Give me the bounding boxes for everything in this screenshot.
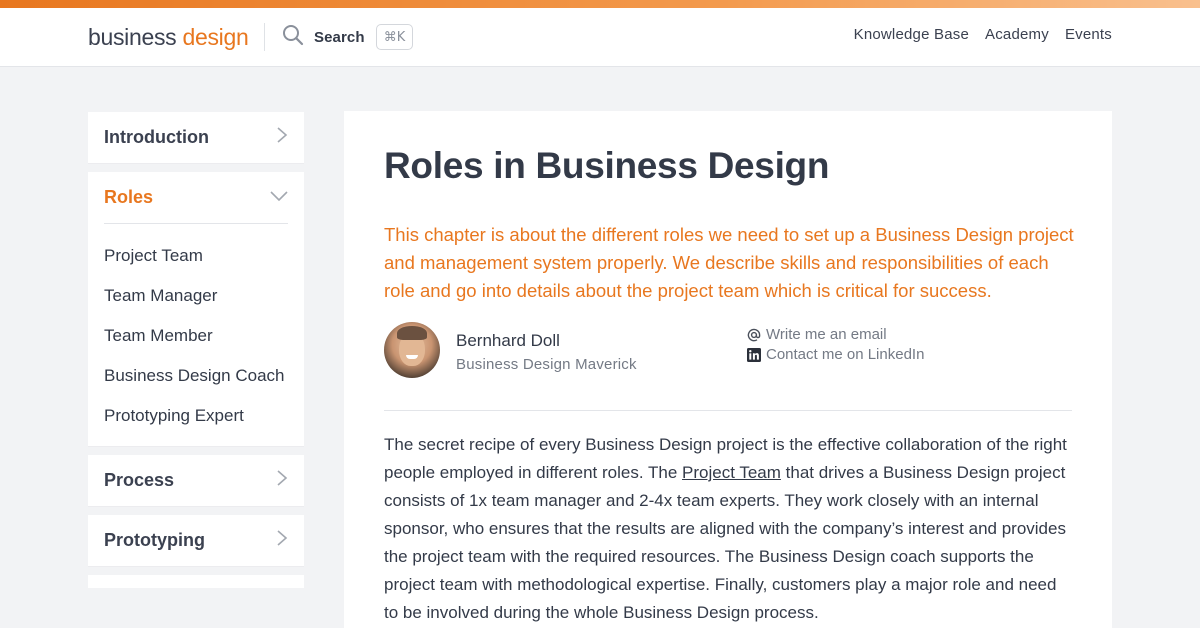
sidebar-item-team-manager[interactable]: Team Manager: [88, 276, 304, 316]
sidebar-item-project-team[interactable]: Project Team: [88, 236, 304, 276]
sidebar-section-header-roles[interactable]: Roles: [88, 172, 304, 223]
chevron-down-icon: [270, 189, 288, 207]
nav-academy[interactable]: Academy: [985, 26, 1049, 43]
sidebar-section-process: Process: [88, 455, 304, 507]
top-navigation: Knowledge Base Academy Events: [854, 26, 1112, 43]
sidebar-item-business-design-coach[interactable]: Business Design Coach: [88, 356, 304, 396]
sidebar-section-header-process[interactable]: Process: [88, 455, 304, 506]
search-label: Search: [314, 28, 365, 46]
sidebar-section-roles: Roles Project Team Team Manager Team Mem…: [88, 172, 304, 447]
linkedin-icon: [747, 347, 761, 362]
sidebar: Introduction Roles Project Team Team Man…: [88, 112, 304, 588]
sidebar-section-title: Process: [104, 470, 175, 490]
sidebar-section-title: Roles: [104, 187, 154, 207]
body-paragraph: The secret recipe of every Business Desi…: [384, 435, 1067, 622]
linkedin-link-label: Contact me on LinkedIn: [766, 346, 925, 363]
sidebar-sub-list: Project Team Team Manager Team Member Bu…: [88, 224, 304, 446]
lead-paragraph: This chapter is about the different role…: [384, 224, 1074, 301]
sidebar-section-prototyping: Prototyping: [88, 515, 304, 567]
sidebar-section-header-introduction[interactable]: Introduction: [88, 112, 304, 163]
chevron-right-icon: [276, 126, 288, 149]
header-divider: [264, 23, 265, 51]
sidebar-section-introduction: Introduction: [88, 112, 304, 164]
email-link[interactable]: Write me an email: [747, 326, 887, 343]
logo[interactable]: business design: [88, 22, 249, 52]
author-name: Bernhard Doll: [456, 331, 560, 350]
sidebar-section-title: Introduction: [104, 127, 209, 147]
project-team-link[interactable]: Project Team: [682, 463, 781, 482]
page-title: Roles in Business Design: [384, 145, 830, 186]
top-accent-bar: [0, 0, 1200, 8]
linkedin-link[interactable]: Contact me on LinkedIn: [747, 346, 924, 363]
chevron-right-icon: [276, 529, 288, 552]
sidebar-item-prototyping-expert[interactable]: Prototyping Expert: [88, 396, 304, 436]
chevron-right-icon: [276, 469, 288, 492]
avatar: [384, 322, 440, 378]
nav-knowledge-base[interactable]: Knowledge Base: [854, 26, 969, 43]
author-block: Bernhard Doll Business Design Maverick W…: [384, 322, 1072, 382]
sidebar-section-more: [88, 575, 304, 588]
content-divider: [384, 410, 1072, 411]
nav-events[interactable]: Events: [1065, 26, 1112, 43]
search-icon: [282, 24, 304, 51]
sidebar-section-title: Prototyping: [104, 530, 205, 550]
main-content: Roles in Business Design This chapter is…: [344, 111, 1112, 628]
search-shortcut-badge: ⌘K: [376, 24, 413, 50]
site-header: business design Search ⌘K Knowledge Base…: [0, 8, 1200, 67]
sidebar-item-team-member[interactable]: Team Member: [88, 316, 304, 356]
email-link-label: Write me an email: [766, 326, 887, 343]
search-button[interactable]: Search: [282, 24, 365, 51]
author-role: Business Design Maverick: [456, 356, 637, 373]
at-sign-icon: [747, 328, 761, 342]
sidebar-section-header-prototyping[interactable]: Prototyping: [88, 515, 304, 566]
